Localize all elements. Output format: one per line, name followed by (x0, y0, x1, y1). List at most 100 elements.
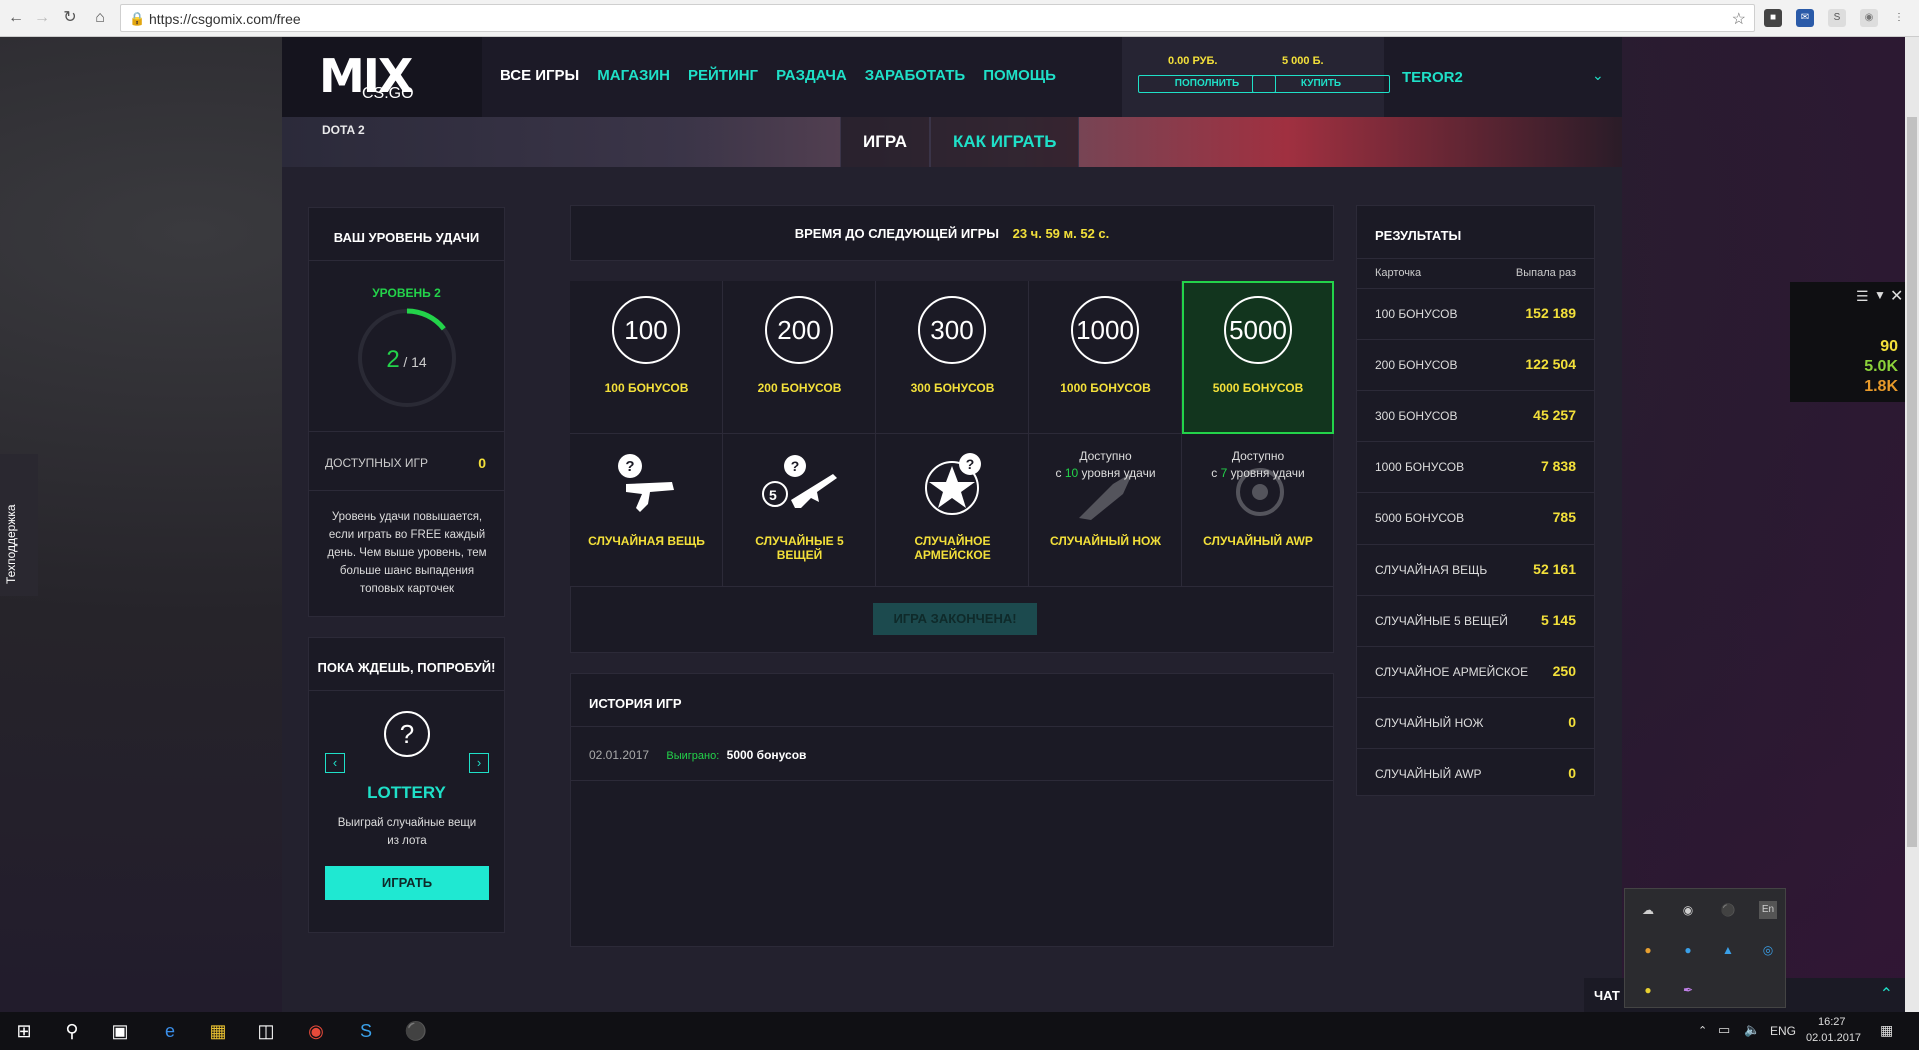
card-random-item[interactable]: ? СЛУЧАЙНАЯ ВЕЩЬ (570, 434, 723, 587)
folder-icon[interactable]: ▦ (206, 1019, 230, 1043)
app-icon[interactable]: ● (1639, 981, 1657, 999)
dota-link[interactable]: DOTA 2 (322, 123, 365, 137)
card-100[interactable]: 100 100 БОНУСОВ (570, 281, 723, 434)
nav-all-games[interactable]: ВСЕ ИГРЫ (500, 67, 579, 84)
results-row-name: СЛУЧАЙНОЕ АРМЕЙСКОЕ (1375, 664, 1529, 679)
home-icon[interactable]: ⌂ (90, 8, 110, 28)
nav-earn[interactable]: ЗАРАБОТАТЬ (865, 67, 965, 84)
card-random-5-items[interactable]: ? 5 СЛУЧАЙНЫЕ 5 ВЕЩЕЙ (723, 434, 876, 587)
timer-value: 23 ч. 59 м. 52 с. (1012, 226, 1110, 241)
scrollbar-thumb[interactable] (1907, 117, 1917, 847)
url-text[interactable]: https://csgomix.com/free (149, 11, 301, 27)
card-5000[interactable]: 5000 5000 БОНУСОВ (1182, 281, 1334, 434)
extension-icon[interactable]: ■ (1764, 9, 1782, 27)
card-label: СЛУЧАЙНЫЙ AWP (1203, 534, 1313, 548)
results-row: 100 БОНУСОВ 152 189 (1357, 288, 1594, 339)
chrome-icon[interactable]: ◉ (304, 1019, 328, 1043)
timer-label: ВРЕМЯ ДО СЛЕДУЮЩЕЙ ИГРЫ (794, 226, 999, 241)
balance-panel: 0.00 РУБ. 5 000 Б. ПОПОЛНИТЬ КУПИТЬ (1122, 37, 1390, 117)
next-arrow-icon[interactable]: › (469, 753, 489, 773)
volume-icon[interactable]: 🔈 (1744, 1022, 1760, 1038)
pistol-icon: ? (618, 454, 674, 512)
play-button[interactable]: ИГРАТЬ (325, 866, 489, 900)
store-icon[interactable]: ◫ (254, 1019, 278, 1043)
address-bar[interactable]: 🔒 https://csgomix.com/free ☆ (120, 4, 1755, 32)
card-random-army[interactable]: ? СЛУЧАЙНОЕ АРМЕЙСКОЕ (876, 434, 1029, 587)
card-number: 300 (918, 296, 986, 364)
card-label: 200 БОНУСОВ (757, 381, 842, 395)
support-tab[interactable]: Техподдержка (0, 454, 38, 596)
nav-giveaway[interactable]: РАЗДАЧА (776, 67, 847, 84)
app-icon[interactable]: ● (1639, 941, 1657, 959)
scrollbar[interactable] (1905, 37, 1919, 1012)
try-title: ПОКА ЖДЕШЬ, ПОПРОБУЙ! (317, 660, 496, 675)
card-number: 5000 (1224, 296, 1292, 364)
task-view-icon[interactable]: ▣ (108, 1019, 132, 1043)
extension-icon[interactable]: ◉ (1860, 9, 1878, 27)
notifications-icon[interactable]: ▦ (1880, 1022, 1893, 1039)
card-200[interactable]: 200 200 БОНУСОВ (723, 281, 876, 434)
chevron-down-icon[interactable]: ⌄ (1592, 67, 1604, 84)
feather-icon[interactable]: ✒ (1679, 981, 1697, 999)
steam-icon[interactable]: ⚫ (404, 1019, 428, 1043)
card-300[interactable]: 300 300 БОНУСОВ (876, 281, 1029, 434)
buy-button[interactable]: КУПИТЬ (1252, 75, 1390, 93)
app-icon[interactable]: ▲ (1719, 941, 1737, 959)
mail-extension-icon[interactable]: ✉ (1796, 9, 1814, 27)
card-label: 300 БОНУСОВ (910, 381, 995, 395)
app-icon[interactable]: ◉ (1679, 901, 1697, 919)
card-1000[interactable]: 1000 1000 БОНУСОВ (1029, 281, 1182, 434)
card-number: 100 (612, 296, 680, 364)
nav-rating[interactable]: РЕЙТИНГ (688, 67, 758, 84)
steam-icon[interactable]: ⚫ (1719, 901, 1737, 919)
search-icon[interactable]: ⚲ (60, 1019, 84, 1043)
edge-icon[interactable]: e (158, 1019, 182, 1043)
menu-icon[interactable]: ☰ (1856, 288, 1869, 305)
cloud-icon[interactable]: ☁ (1639, 901, 1657, 919)
forward-icon[interactable]: → (32, 8, 52, 28)
chevron-up-icon[interactable]: ⌃ (1880, 984, 1893, 1004)
menu-icon[interactable]: ⋮ (1890, 9, 1908, 27)
browser-toolbar: ← → ↻ ⌂ 🔒 https://csgomix.com/free ☆ ■ ✉… (0, 0, 1919, 37)
skype-extension-icon[interactable]: S (1828, 9, 1846, 27)
results-row: 1000 БОНУСОВ 7 838 (1357, 441, 1594, 492)
clock-time[interactable]: 16:27 (1818, 1016, 1846, 1028)
language-icon[interactable]: En (1759, 901, 1777, 919)
prev-arrow-icon[interactable]: ‹ (325, 753, 345, 773)
clock-date[interactable]: 02.01.2017 (1806, 1032, 1861, 1044)
logo[interactable]: MIX CS:GO (282, 37, 482, 117)
username[interactable]: TEROR2 (1402, 69, 1463, 86)
results-row-value: 0 (1568, 713, 1576, 730)
avail-level: 10 (1064, 466, 1079, 480)
windows-start-icon[interactable]: ⊞ (12, 1019, 36, 1043)
network-icon[interactable]: ▭ (1718, 1022, 1730, 1038)
results-col-card: Карточка (1375, 267, 1422, 279)
history-title: ИСТОРИЯ ИГР (589, 696, 682, 711)
reload-icon[interactable]: ↻ (60, 8, 80, 28)
card-number: 200 (765, 296, 833, 364)
overlay-v3: 1.8K (1864, 378, 1898, 395)
nav-shop[interactable]: МАГАЗИН (597, 67, 670, 84)
history-won-value: 5000 бонусов (726, 748, 807, 762)
results-row-name: 1000 БОНУСОВ (1375, 460, 1465, 475)
luck-level: УРОВЕНЬ 2 (372, 286, 441, 300)
app-icon[interactable]: ◎ (1759, 941, 1777, 959)
overlay-v1: 90 (1880, 338, 1898, 355)
avail-label: Доступно (1231, 449, 1285, 463)
luck-title: ВАШ УРОВЕНЬ УДАЧИ (333, 230, 480, 245)
close-icon[interactable]: ✕ (1890, 286, 1903, 306)
tab-how-to-play[interactable]: КАК ИГРАТЬ (929, 117, 1080, 167)
tab-game[interactable]: ИГРА (840, 117, 930, 167)
avail-suffix: уровня удачи (1081, 466, 1156, 480)
skype-icon[interactable]: S (354, 1019, 378, 1043)
back-icon[interactable]: ← (6, 8, 26, 28)
card-random-knife[interactable]: Доступно с 10 уровня удачи СЛУЧАЙНЫЙ НОЖ (1029, 434, 1182, 587)
nav-help[interactable]: ПОМОЩЬ (983, 67, 1056, 84)
card-random-awp[interactable]: Доступно с 7 уровня удачи СЛУЧАЙНЫЙ AWP (1182, 434, 1334, 587)
language-indicator[interactable]: ENG (1770, 1024, 1796, 1038)
bookmark-star-icon[interactable]: ☆ (1732, 9, 1746, 29)
tray-arrow-icon[interactable]: ⌃ (1698, 1024, 1707, 1037)
triangle-down-icon[interactable]: ▼ (1874, 288, 1886, 302)
app-icon[interactable]: ● (1679, 941, 1697, 959)
try-panel: ПОКА ЖДЕШЬ, ПОПРОБУЙ! ? ‹ › LOTTERY Выиг… (308, 637, 505, 933)
